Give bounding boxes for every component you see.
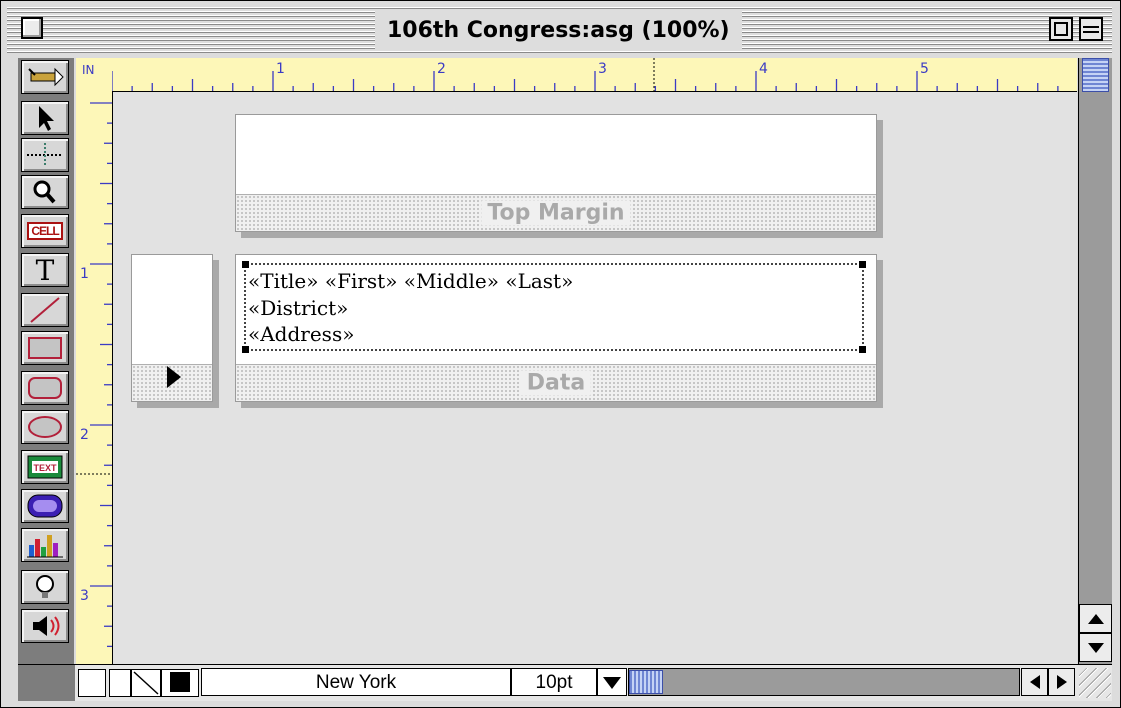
font-size-dropdown[interactable]: [597, 668, 627, 696]
collapse-box[interactable]: [1079, 17, 1103, 41]
ruler-origin[interactable]: IN: [76, 58, 112, 91]
scroll-down-button[interactable]: [1079, 633, 1112, 662]
lightbulb-tool[interactable]: [21, 570, 69, 604]
svg-text:TEXT: TEXT: [33, 463, 57, 473]
text-tool-icon: T: [35, 253, 55, 287]
cell-tool-icon: CELL: [27, 222, 63, 240]
selection-handle[interactable]: [242, 261, 249, 268]
ruler-number: 5: [920, 61, 929, 77]
diagonal-line-icon: [133, 671, 159, 695]
vertical-scroll-thumb[interactable]: [1082, 58, 1109, 92]
magnify-tool-icon: [33, 180, 56, 204]
data-tile[interactable]: Data: [236, 364, 876, 401]
vertical-scrollbar[interactable]: [1078, 58, 1112, 664]
chart-tool[interactable]: [21, 528, 69, 562]
scroll-left-button[interactable]: [1021, 668, 1048, 696]
vertical-ruler-ticks: 1 2 3: [76, 102, 112, 648]
window-title-plate: 106th Congress:asg (100%): [375, 11, 742, 49]
selection-handle[interactable]: [859, 346, 866, 353]
text-editor-tool[interactable]: TEXT: [21, 450, 69, 484]
side-section-box[interactable]: [131, 254, 213, 402]
horizontal-ruler-ticks: 1 2 3 4 5: [111, 58, 1059, 91]
pen-color-white[interactable]: [109, 669, 131, 697]
fill-color-white[interactable]: [78, 669, 106, 697]
rectangle-tool-icon: [28, 337, 62, 359]
window-title: 106th Congress:asg (100%): [387, 17, 730, 43]
document-window: 106th Congress:asg (100%) CELL T TEXT 1 …: [0, 0, 1121, 708]
grid-tool[interactable]: [21, 138, 69, 172]
magic-wand-tool-icon: [28, 67, 64, 87]
bottom-toolbar: New York 10pt: [18, 664, 1112, 701]
tool-palette: CELL T TEXT: [18, 58, 74, 664]
font-size-field[interactable]: 10pt: [511, 668, 597, 696]
merge-line-district: «District»: [248, 296, 349, 320]
arrow-up-icon: [1087, 613, 1104, 624]
rounded-rectangle-tool-icon: [28, 377, 62, 399]
title-bar[interactable]: 106th Congress:asg (100%): [7, 7, 1112, 53]
rounded-rectangle-tool[interactable]: [21, 371, 69, 405]
arrow-down-icon: [1087, 642, 1104, 653]
ruler-units: IN: [82, 63, 95, 77]
lightbulb-tool-icon: [36, 575, 54, 598]
rectangle-tool[interactable]: [21, 331, 69, 365]
vertical-ruler: 1 2 3: [76, 91, 113, 664]
line-width-picker[interactable]: [131, 669, 161, 697]
text-tool[interactable]: T: [21, 253, 69, 287]
ruler-number: 2: [437, 61, 446, 77]
sound-tool[interactable]: [21, 609, 69, 643]
ruler-number: 1: [80, 266, 89, 282]
line-tool-icon: [30, 297, 60, 323]
cell-tool[interactable]: CELL: [21, 214, 69, 248]
font-name-field[interactable]: New York: [201, 668, 511, 696]
magic-wand-tool[interactable]: [21, 60, 69, 94]
button-tool[interactable]: [21, 489, 69, 523]
pointer-tool-icon: [39, 106, 54, 131]
data-section[interactable]: «Title» «First» «Middle» «Last» «Distric…: [235, 254, 877, 402]
layout-canvas[interactable]: Top Margin «Title» «First» «Middle» «Las…: [113, 92, 1077, 664]
ruler-number: 3: [80, 588, 89, 604]
ruler-number: 4: [759, 61, 768, 77]
ruler-number: 2: [80, 427, 89, 443]
grid-tool-icon: [27, 143, 63, 167]
top-margin-tile[interactable]: Top Margin: [236, 194, 876, 231]
magnify-tool[interactable]: [21, 175, 69, 209]
arrow-left-icon: [1029, 675, 1040, 689]
horizontal-scrollbar[interactable]: [628, 668, 1020, 696]
scroll-up-button[interactable]: [1079, 604, 1112, 633]
merge-line-name: «Title» «First» «Middle» «Last»: [248, 269, 574, 293]
ruler-number: 1: [276, 61, 285, 77]
oval-tool-icon: [28, 416, 62, 438]
ruler-number: 3: [598, 61, 607, 77]
button-tool-icon: [27, 494, 63, 518]
resize-grip[interactable]: [1079, 668, 1111, 698]
top-margin-label: Top Margin: [481, 200, 631, 226]
play-arrow-icon[interactable]: [167, 366, 181, 388]
black-swatch-icon: [170, 672, 190, 692]
arrow-right-icon: [1056, 675, 1067, 689]
pattern-picker[interactable]: [161, 669, 199, 697]
top-margin-section[interactable]: Top Margin: [235, 114, 877, 232]
sound-tool-icon: [33, 616, 60, 636]
pointer-tool[interactable]: [21, 101, 69, 135]
horizontal-ruler: 1 2 3 4 5: [76, 58, 1077, 92]
oval-tool[interactable]: [21, 410, 69, 444]
palette-footer: [18, 665, 75, 701]
selection-handle[interactable]: [859, 261, 866, 268]
selection-handle[interactable]: [242, 346, 249, 353]
horizontal-scroll-thumb[interactable]: [629, 670, 663, 694]
zoom-box[interactable]: [1049, 17, 1073, 41]
scroll-right-button[interactable]: [1048, 668, 1075, 696]
text-editor-tool-icon: TEXT: [27, 455, 63, 479]
data-label: Data: [520, 370, 592, 396]
chart-tool-icon: [27, 535, 63, 558]
merge-line-address: «Address»: [248, 322, 355, 346]
line-tool[interactable]: [21, 293, 69, 327]
close-box[interactable]: [21, 17, 43, 39]
